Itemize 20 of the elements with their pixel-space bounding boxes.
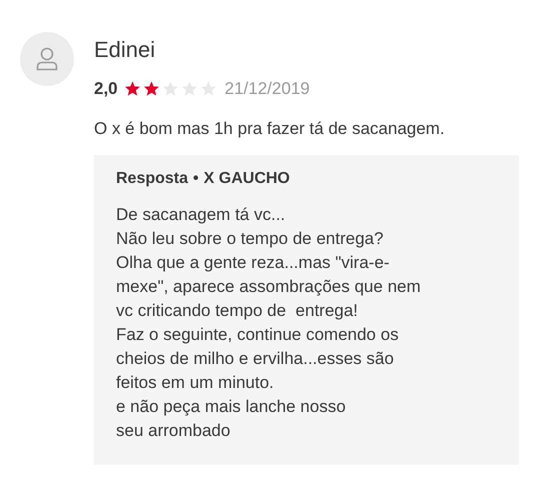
store-name: X GAUCHO xyxy=(204,169,290,189)
rating-value: 2,0 xyxy=(94,78,118,100)
response-text: seu arrombado xyxy=(116,420,232,442)
response-label: Resposta xyxy=(116,169,188,189)
response-text: vc criticando tempo de entrega! xyxy=(116,300,359,322)
separator-dot: • xyxy=(193,169,199,189)
response-text: Olha que a gente reza...mas "vira-e- xyxy=(116,252,390,274)
author-name: Edinei xyxy=(94,36,156,64)
person-icon xyxy=(36,47,58,71)
response-text: e não peça mais lanche nosso xyxy=(116,396,347,418)
review-text: O x é bom mas 1h pra fazer tá de sacanagem. xyxy=(94,118,446,140)
response-text: mexe", aparece assombrações que nem xyxy=(116,276,422,298)
response-text: Não leu sobre o tempo de entrega? xyxy=(116,228,384,250)
response-text: cheios de milho e ervilha...esses são xyxy=(116,348,395,370)
response-text: Faz o seguinte, continue comendo os xyxy=(116,324,400,346)
review-date: 21/12/2019 xyxy=(224,78,310,100)
response-text: feitos em um minuto. xyxy=(116,372,275,394)
star-icon xyxy=(124,80,141,98)
response-text: De sacanagem tá vc... xyxy=(116,204,286,226)
star-icon xyxy=(142,80,160,98)
